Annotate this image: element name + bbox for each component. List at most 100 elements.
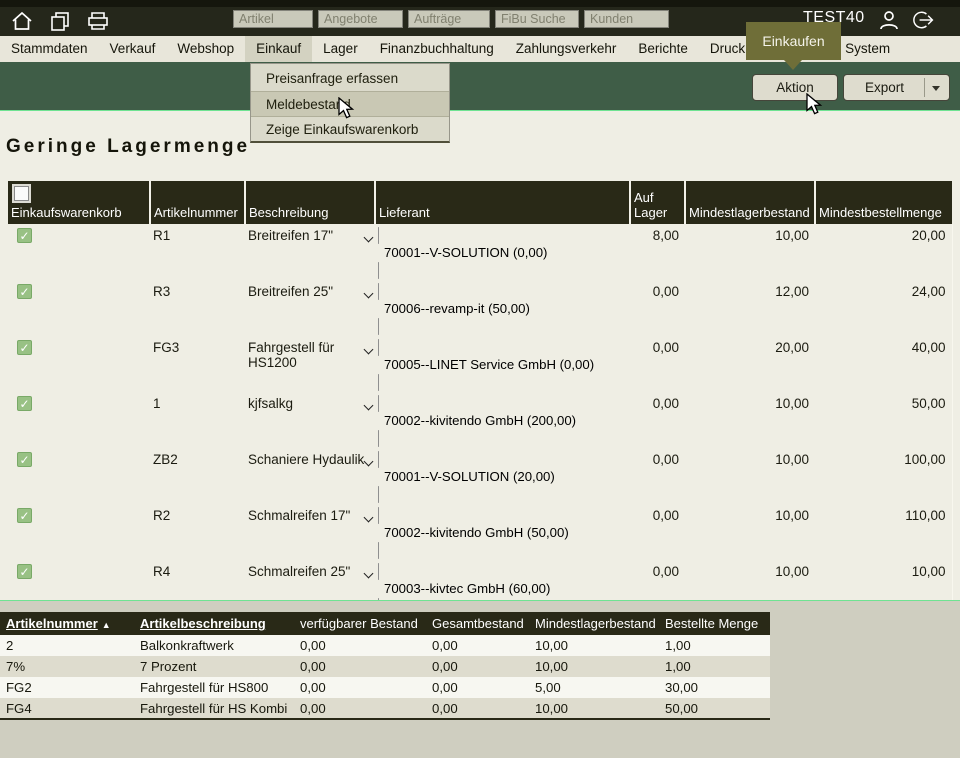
gesamtbestand-cell: 0,00 bbox=[426, 635, 529, 656]
col-beschreibung: Beschreibung bbox=[245, 181, 375, 224]
auf-lager-cell: 0,00 bbox=[630, 448, 685, 504]
ordered-articles-table: Artikelnummer▲Artikelbeschreibungverfügb… bbox=[0, 612, 770, 720]
export-button-label: Export bbox=[865, 80, 904, 95]
page-title: Geringe Lagermenge bbox=[6, 136, 250, 158]
beschreibung-cell: Breitreifen 25" bbox=[245, 280, 375, 336]
summary-col-label: Gesamtbestand bbox=[432, 616, 524, 631]
select-all-checkbox[interactable] bbox=[14, 186, 29, 201]
lieferant-select[interactable]: 70002--kivitendo GmbH (50,00) bbox=[378, 507, 627, 559]
summary-col-label: Bestellte Menge bbox=[665, 616, 758, 631]
home-icon[interactable] bbox=[10, 10, 34, 32]
gesamtbestand-cell: 0,00 bbox=[426, 698, 529, 719]
lieferant-select-value: 70002--kivitendo GmbH (200,00) bbox=[378, 411, 627, 431]
auf-lager-cell: 0,00 bbox=[630, 336, 685, 392]
cart-checkbox[interactable]: ✓ bbox=[17, 452, 32, 467]
mindestlagerbestand-cell: 10,00 bbox=[685, 504, 815, 560]
artikelnummer-cell: 2 bbox=[0, 635, 134, 656]
print-icon[interactable] bbox=[86, 10, 110, 32]
artikelbeschreibung-cell: Fahrgestell für HS800 bbox=[134, 677, 294, 698]
summary-col-mindestlagerbestand: Mindestlagerbestand bbox=[529, 612, 659, 635]
lieferant-select[interactable]: 70001--V-SOLUTION (0,00) bbox=[378, 227, 627, 279]
mindestlagerbestand-cell: 10,00 bbox=[685, 448, 815, 504]
summary-row: 2 Balkonkraftwerk 0,00 0,00 10,00 1,00 bbox=[0, 635, 770, 656]
summary-header-row: Artikelnummer▲Artikelbeschreibungverfügb… bbox=[0, 612, 770, 635]
bestellte-menge-cell: 50,00 bbox=[659, 698, 770, 719]
search-input-fibu-suche[interactable] bbox=[495, 10, 579, 28]
beschreibung-cell: Schaniere Hydaulik bbox=[245, 448, 375, 504]
artikelnummer-cell: R1 bbox=[150, 224, 245, 280]
cart-checkbox[interactable]: ✓ bbox=[17, 564, 32, 579]
mindestbestellmenge-cell: 20,00 bbox=[815, 224, 952, 280]
artikelnummer-cell: FG3 bbox=[150, 336, 245, 392]
menu-item-einkauf[interactable]: Einkauf bbox=[245, 36, 312, 62]
cart-checkbox[interactable]: ✓ bbox=[17, 340, 32, 355]
lieferant-select[interactable]: 70006--revamp-it (50,00) bbox=[378, 283, 627, 335]
copy-pages-icon[interactable] bbox=[48, 10, 72, 32]
gesamtbestand-cell: 0,00 bbox=[426, 677, 529, 698]
menu-item-zeige-einkaufswarenkorb[interactable]: Zeige Einkaufswarenkorb bbox=[251, 116, 449, 141]
menu-item-meldebestand[interactable]: Meldebestand bbox=[251, 91, 449, 116]
lieferant-select-value: 70003--kivtec GmbH (60,00) bbox=[378, 579, 627, 599]
search-input-angebote[interactable] bbox=[318, 10, 403, 28]
verfuegbarer-bestand-cell: 0,00 bbox=[294, 635, 426, 656]
lieferant-select[interactable]: 70001--V-SOLUTION (20,00) bbox=[378, 451, 627, 503]
low-stock-row: ✓ R1 Breitreifen 17" 70001--V-SOLUTION (… bbox=[8, 224, 952, 280]
lieferant-select-value: 70006--revamp-it (50,00) bbox=[378, 299, 627, 319]
summary-col-bestellte-menge: Bestellte Menge bbox=[659, 612, 770, 635]
beschreibung-cell: Schmalreifen 17" bbox=[245, 504, 375, 560]
divider-line-bottom bbox=[0, 600, 960, 601]
search-input-kunden[interactable] bbox=[584, 10, 669, 28]
search-input-auftr-ge[interactable] bbox=[408, 10, 490, 28]
summary-row: 7% 7 Prozent 0,00 0,00 10,00 1,00 bbox=[0, 656, 770, 677]
menu-item-zahlungsverkehr[interactable]: Zahlungsverkehr bbox=[505, 36, 628, 62]
menu-item-verkauf[interactable]: Verkauf bbox=[99, 36, 167, 62]
sort-link-artikelnummer[interactable]: Artikelnummer bbox=[6, 616, 98, 631]
low-stock-row: ✓ R3 Breitreifen 25" 70006--revamp-it (5… bbox=[8, 280, 952, 336]
col-einkaufswarenkorb-label: Einkaufswarenkorb bbox=[11, 205, 122, 220]
menu-item-webshop[interactable]: Webshop bbox=[166, 36, 245, 62]
menu-item-lager[interactable]: Lager bbox=[312, 36, 369, 62]
aktion-button[interactable]: Aktion bbox=[752, 74, 838, 101]
auf-lager-cell: 0,00 bbox=[630, 504, 685, 560]
einkaufen-button[interactable]: Einkaufen bbox=[746, 22, 841, 60]
gesamtbestand-cell: 0,00 bbox=[426, 656, 529, 677]
cart-checkbox[interactable]: ✓ bbox=[17, 228, 32, 243]
lieferant-select[interactable]: 70002--kivitendo GmbH (200,00) bbox=[378, 395, 627, 447]
col-mindestbestellmenge: Mindestbestellmenge bbox=[815, 181, 952, 224]
current-user-label: TEST40 bbox=[803, 9, 865, 27]
auf-lager-cell: 0,00 bbox=[630, 392, 685, 448]
artikelbeschreibung-cell: Balkonkraftwerk bbox=[134, 635, 294, 656]
quick-search-bar bbox=[233, 10, 669, 28]
window-top-strip bbox=[0, 0, 960, 7]
search-input-artikel[interactable] bbox=[233, 10, 313, 28]
col-artikelnummer: Artikelnummer bbox=[150, 181, 245, 224]
sort-link-artikelbeschreibung[interactable]: Artikelbeschreibung bbox=[140, 616, 266, 631]
menu-item-system[interactable]: System bbox=[834, 36, 901, 62]
mindestlagerbestand-cell: 10,00 bbox=[529, 656, 659, 677]
beschreibung-cell: Fahrgestell für HS1200 bbox=[245, 336, 375, 392]
lieferant-select[interactable]: 70005--LINET Service GmbH (0,00) bbox=[378, 339, 627, 391]
menu-item-finanzbuchhaltung[interactable]: Finanzbuchhaltung bbox=[369, 36, 505, 62]
export-button[interactable]: Export bbox=[843, 74, 950, 101]
auf-lager-cell: 0,00 bbox=[630, 280, 685, 336]
bestellte-menge-cell: 1,00 bbox=[659, 635, 770, 656]
menu-item-stammdaten[interactable]: Stammdaten bbox=[0, 36, 99, 62]
col-lieferant: Lieferant bbox=[375, 181, 630, 224]
logout-icon[interactable] bbox=[911, 9, 935, 31]
mindestbestellmenge-cell: 100,00 bbox=[815, 448, 952, 504]
cart-checkbox[interactable]: ✓ bbox=[17, 396, 32, 411]
menu-item-preisanfrage-erfassen[interactable]: Preisanfrage erfassen bbox=[251, 66, 449, 91]
user-icon[interactable] bbox=[877, 9, 901, 31]
einkauf-dropdown-menu: Preisanfrage erfassenMeldebestandZeige E… bbox=[250, 63, 450, 143]
cart-checkbox[interactable]: ✓ bbox=[17, 508, 32, 523]
summary-row: FG2 Fahrgestell für HS800 0,00 0,00 5,00… bbox=[0, 677, 770, 698]
cart-checkbox[interactable]: ✓ bbox=[17, 284, 32, 299]
verfuegbarer-bestand-cell: 0,00 bbox=[294, 656, 426, 677]
lieferant-select-value: 70001--V-SOLUTION (0,00) bbox=[378, 243, 627, 263]
artikelnummer-cell: ZB2 bbox=[150, 448, 245, 504]
mindestlagerbestand-cell: 12,00 bbox=[685, 280, 815, 336]
summary-col-artikelnummer: Artikelnummer▲ bbox=[0, 612, 134, 635]
menu-item-berichte[interactable]: Berichte bbox=[627, 36, 699, 62]
lieferant-select-value: 70001--V-SOLUTION (20,00) bbox=[378, 467, 627, 487]
auf-lager-cell: 8,00 bbox=[630, 224, 685, 280]
